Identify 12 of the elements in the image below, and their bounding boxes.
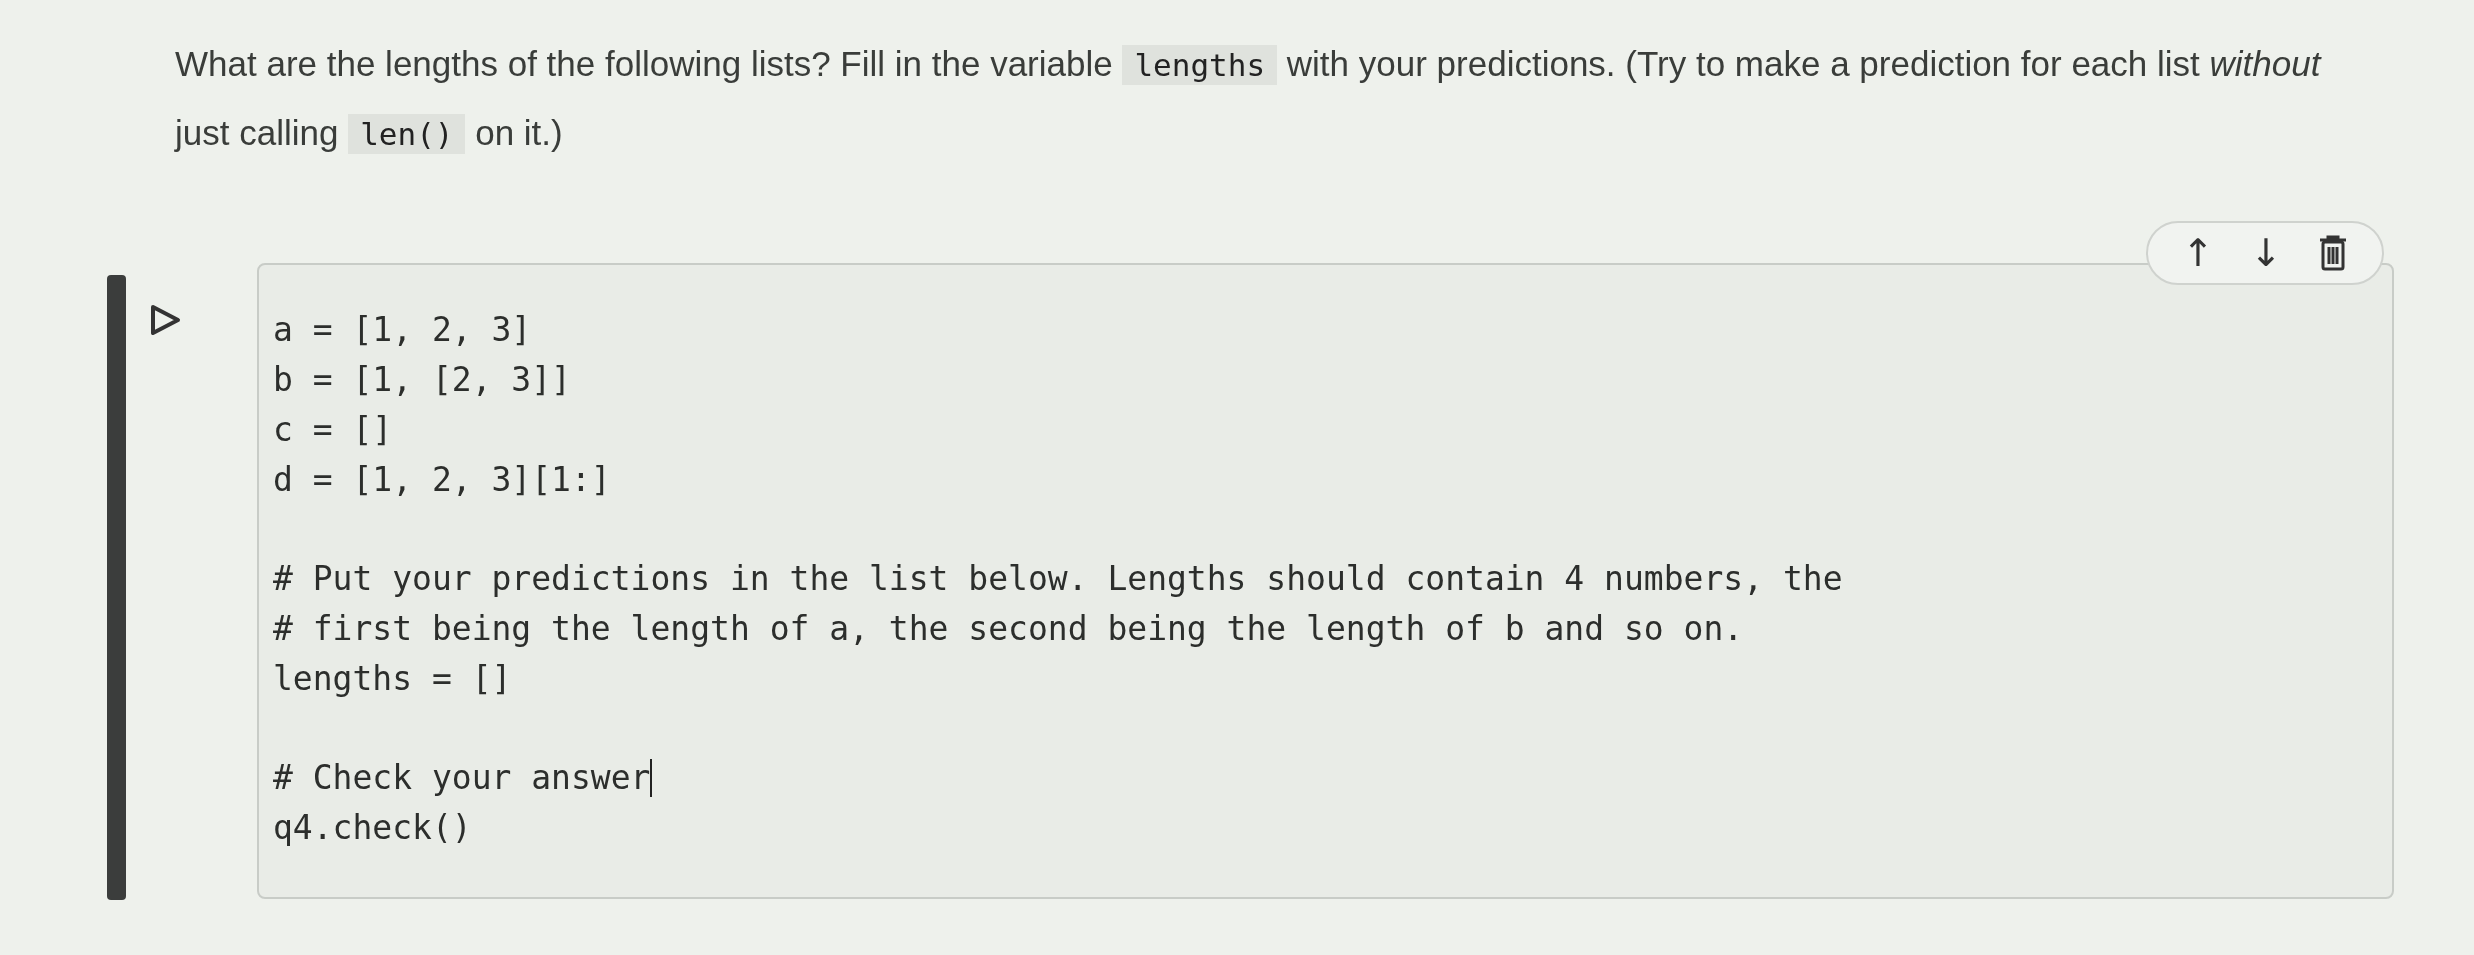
arrow-button[interactable]: ↑ bbox=[2176, 231, 2221, 275]
code-line: d = [1, 2, 3][1:] bbox=[272, 459, 611, 501]
code-line: # Check your answer bbox=[272, 757, 651, 799]
arrow-button[interactable]: ↓ bbox=[2244, 231, 2288, 275]
code-line: q4.check() bbox=[272, 807, 472, 849]
code-line: a = [1, 2, 3] bbox=[272, 309, 532, 351]
code-line: c = [] bbox=[272, 409, 393, 451]
code-line: # first being the length of a, the second being the length of b and so on. bbox=[272, 608, 1744, 650]
code-line: lengths = [] bbox=[272, 658, 512, 700]
instruction-text: What are the lengths of the following lists? Fill in the variable lengths with your predictions. (Try to make a prediction for each list without just calling len() on it.) bbox=[175, 43, 2323, 156]
code-line: b = [1, [2, 3]] bbox=[272, 359, 571, 401]
code-line: # Put your predictions in the list below. Lengths should contain 4 numbers, the bbox=[272, 558, 1843, 600]
